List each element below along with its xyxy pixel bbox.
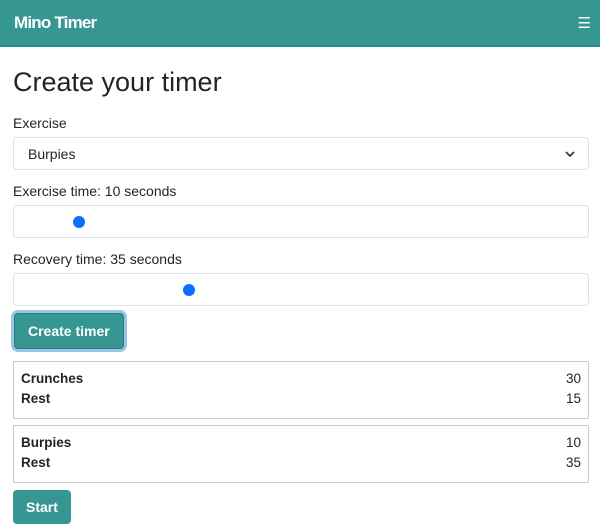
exercise-seconds: 30 [565, 371, 581, 386]
main-content: Create your timer Exercise Burpies Exerc… [0, 67, 600, 524]
recovery-time-label: Recovery time: 35 seconds [13, 251, 182, 267]
slider-thumb[interactable] [182, 284, 195, 296]
rest-row: Rest 15 [21, 391, 581, 411]
chevron-down-icon [565, 150, 575, 157]
exercise-select[interactable]: Burpies [13, 137, 589, 170]
slider-thumb[interactable] [73, 216, 86, 228]
rest-label: Rest [21, 455, 51, 470]
recovery-time-slider[interactable] [13, 273, 589, 306]
exercise-time-label: Exercise time: 10 seconds [13, 183, 177, 199]
exercise-seconds: 10 [565, 435, 581, 450]
exercise-select-value: Burpies [28, 145, 76, 162]
create-timer-button[interactable]: Create timer [14, 313, 124, 349]
brand-logo[interactable]: Mino Timer [14, 13, 97, 33]
exercise-label: Exercise [13, 115, 67, 131]
rest-label: Rest [21, 391, 51, 406]
navbar: Mino Timer ☰ [0, 0, 600, 47]
exercise-name: Crunches [21, 371, 84, 386]
hamburger-icon[interactable]: ☰ [578, 14, 591, 32]
exercise-row: Crunches 30 [21, 371, 581, 391]
rest-seconds: 35 [565, 455, 581, 470]
page-title: Create your timer [13, 67, 222, 97]
timer-card: Burpies 10 Rest 35 [13, 425, 589, 483]
rest-seconds: 15 [565, 391, 581, 406]
exercise-name: Burpies [21, 435, 72, 450]
exercise-row: Burpies 10 [21, 435, 581, 455]
timer-card: Crunches 30 Rest 15 [13, 361, 589, 419]
rest-row: Rest 35 [21, 455, 581, 475]
exercise-time-slider[interactable] [13, 205, 589, 238]
